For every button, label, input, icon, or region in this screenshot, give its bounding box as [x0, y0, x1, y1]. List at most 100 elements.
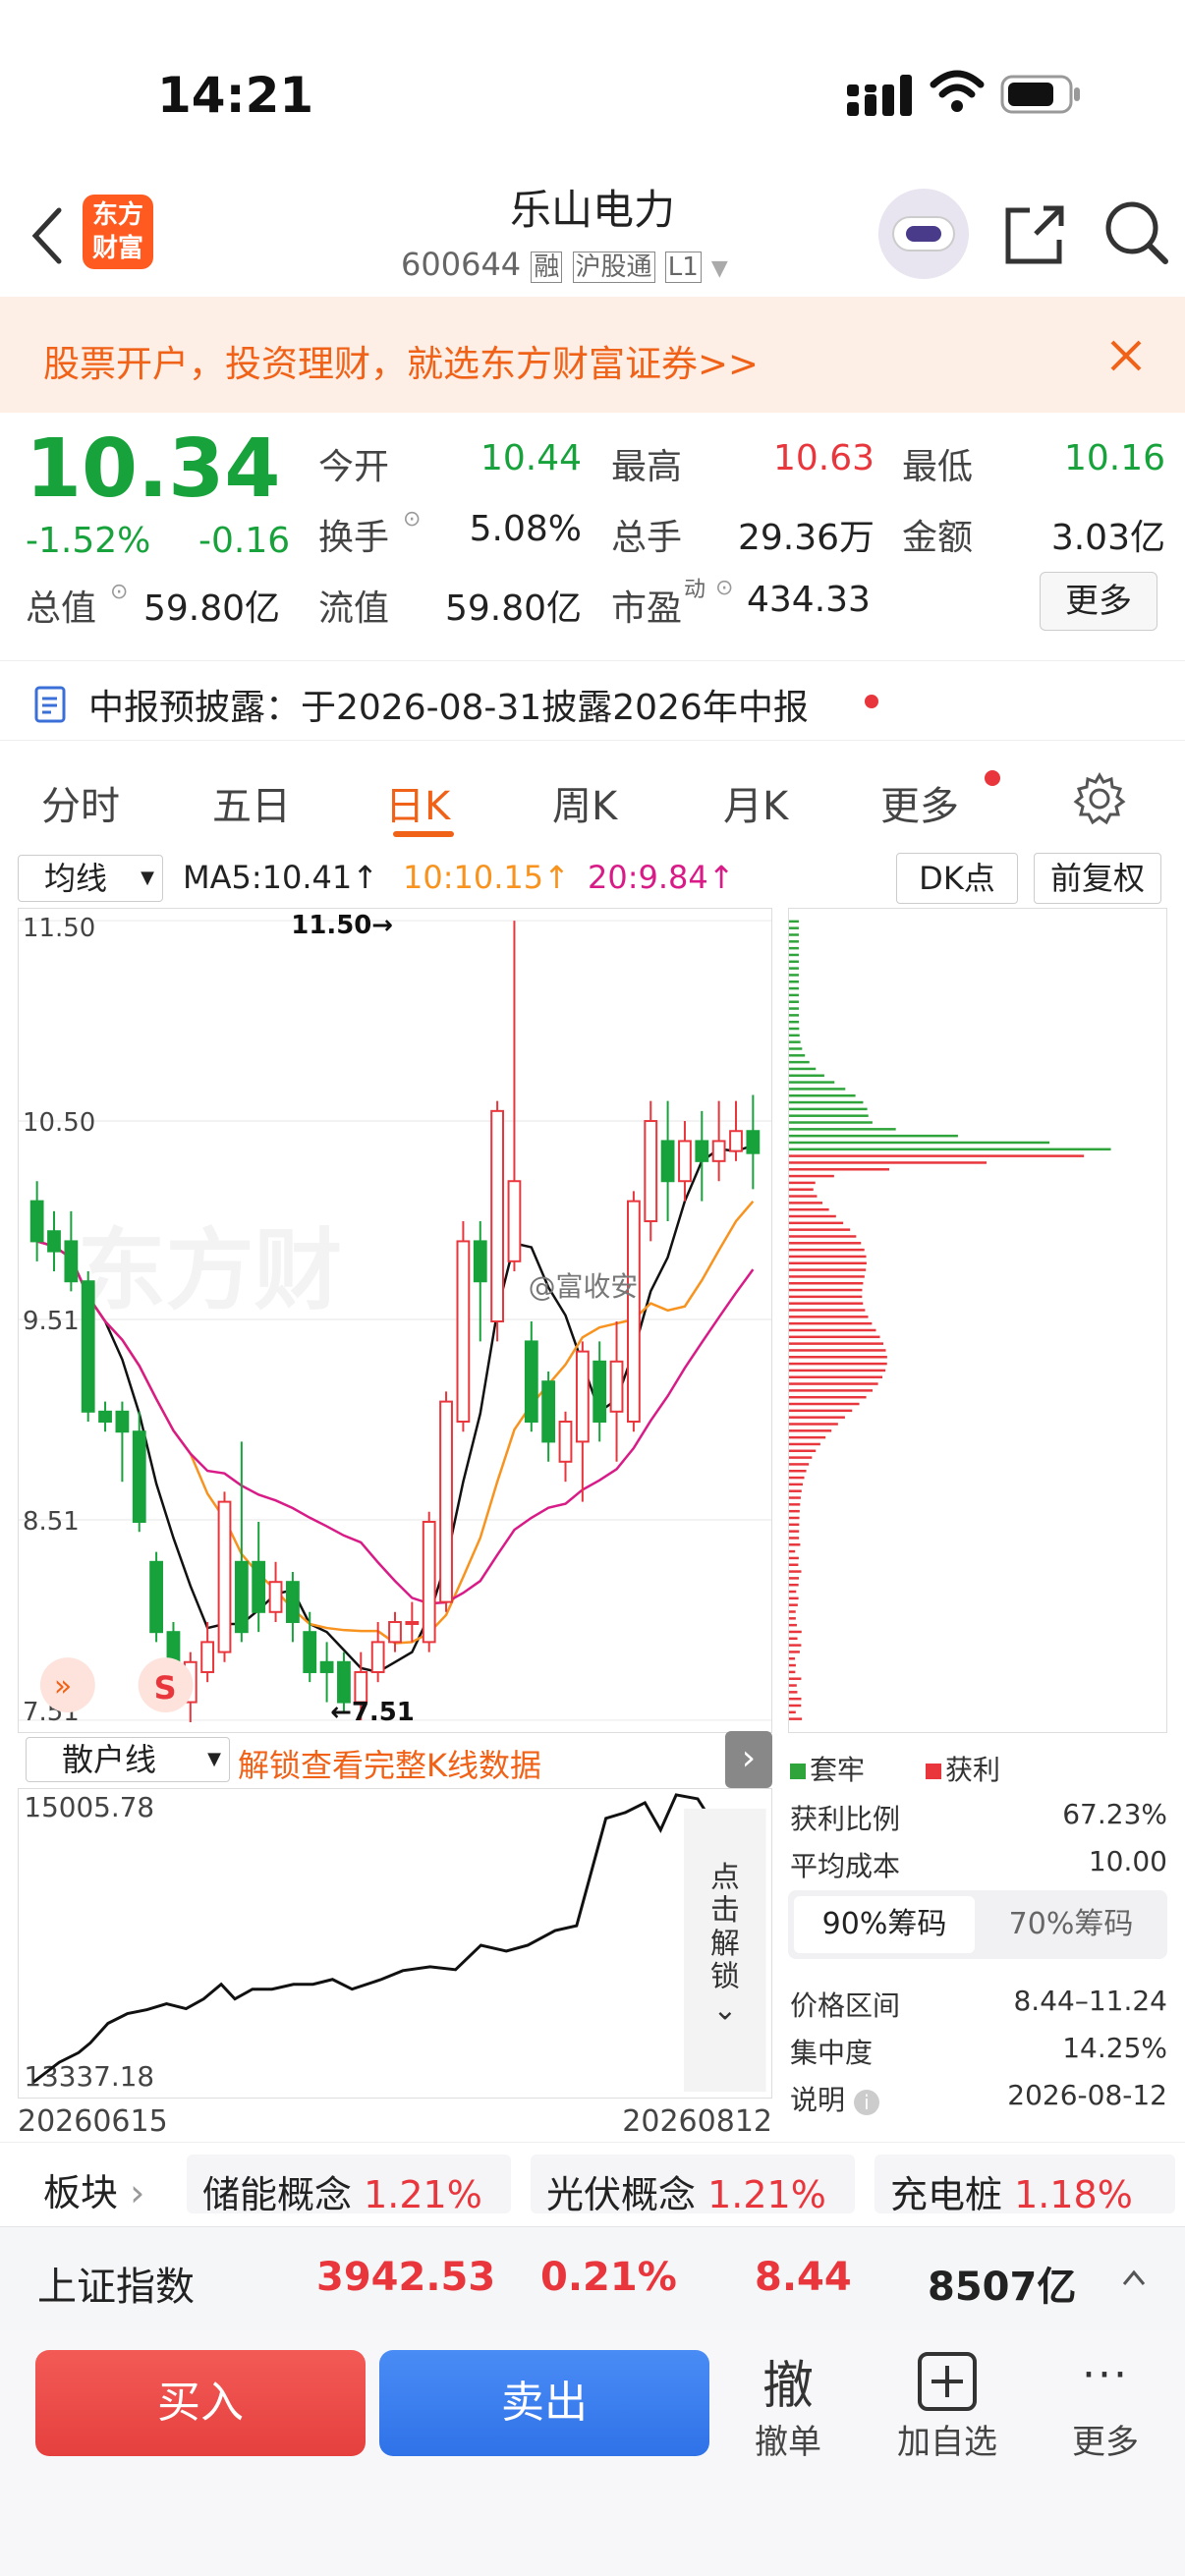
pe-label: 市盈: [611, 580, 682, 631]
stock-code-line: 600644 融 沪股通 L1 ▼: [401, 246, 728, 283]
chip-bar: [789, 1128, 896, 1130]
search-icon[interactable]: [1102, 198, 1171, 267]
chip-bar: [789, 1188, 814, 1190]
chip-bar: [789, 1603, 798, 1605]
close-icon[interactable]: [1108, 338, 1144, 373]
chip-bar: [789, 1705, 801, 1707]
profit-ratio-label: 获利比例: [790, 1798, 900, 1837]
unlock-text[interactable]: 解锁查看完整K线数据: [238, 1741, 541, 1786]
tab-more[interactable]: 更多: [880, 774, 959, 831]
sector-item[interactable]: 储能概念 1.21%: [187, 2155, 511, 2213]
chip-bar: [789, 1309, 865, 1311]
more-quote-button[interactable]: 更多: [1040, 572, 1157, 631]
chip-bar: [789, 1256, 867, 1258]
chip-tabs: 90%筹码 70%筹码: [788, 1890, 1167, 1959]
dropdown-icon[interactable]: ▼: [711, 256, 728, 281]
period-tabs: 分时 五日 日K 周K 月K 更多: [0, 756, 1185, 845]
share-icon[interactable]: [1000, 200, 1069, 269]
robot-avatar-icon[interactable]: [878, 189, 969, 279]
chip-bar: [789, 1370, 885, 1372]
kline-chart[interactable]: 东方财 11.5010.509.518.517.51 11.50→ ←7.51 …: [18, 908, 772, 1733]
notice-text: 中报预披露：于2026-08-31披露2026年中报: [88, 679, 809, 730]
legend-trap: 套牢: [790, 1749, 865, 1788]
chip-bar: [789, 1610, 796, 1612]
chip-bar: [789, 1456, 812, 1458]
settings-icon[interactable]: [1073, 772, 1126, 825]
tab-more-dot: [985, 770, 1000, 786]
index-volume: 8507亿: [928, 2255, 1076, 2312]
buy-button[interactable]: 买入: [35, 2350, 366, 2456]
candle-body: [509, 1181, 521, 1261]
more-dots-icon[interactable]: ···: [1071, 2350, 1140, 2400]
signal-icon: [847, 73, 930, 118]
candle-body: [645, 1121, 656, 1221]
candle-body: [270, 1582, 282, 1612]
chip-bar: [789, 947, 799, 949]
chevron-right-icon[interactable]: ›: [725, 1731, 772, 1788]
sector-label[interactable]: 板块 ›: [43, 2162, 144, 2216]
add-watchlist-button[interactable]: 加自选: [884, 2415, 1010, 2463]
amount-label: 金额: [902, 509, 973, 560]
high-marker: 11.50→: [291, 911, 393, 940]
chip-bar: [789, 1202, 822, 1204]
ma10-label: 10:10.15↑: [403, 859, 570, 896]
sub-indicator-select[interactable]: 散户线 ▼: [26, 1737, 230, 1782]
low-label: 最低: [902, 438, 973, 489]
retail-line-chart[interactable]: 15005.78 13337.18 点击解锁⌄: [18, 1788, 772, 2099]
index-bar[interactable]: 上证指数 3942.53 0.21% 8.44 8507亿: [0, 2226, 1185, 2330]
chip-tab-70[interactable]: 70%筹码: [981, 1896, 1161, 1953]
candle-body: [134, 1431, 145, 1522]
tab-weekly-k[interactable]: 周K: [552, 774, 617, 831]
unlock-cta[interactable]: 点击解锁⌄: [710, 1860, 740, 2027]
info-icon: i: [854, 2090, 879, 2115]
report-notice[interactable]: 中报预披露：于2026-08-31披露2026年中报: [0, 660, 1185, 741]
chip-bar: [789, 1021, 799, 1023]
chip-bar: [789, 1389, 873, 1391]
chip-tab-90[interactable]: 90%筹码: [794, 1896, 975, 1953]
chip-info-panel: 套牢 获利 获利比例 67.23% 平均成本 10.00 90%筹码 70%筹码…: [788, 1739, 1167, 2122]
chip-bar: [789, 1047, 802, 1049]
promo-text[interactable]: 股票开户，投资理财，就选东方财富证券>>: [43, 334, 759, 387]
chip-bar: [789, 1657, 795, 1659]
change-value: -0.16: [198, 521, 290, 561]
tab-monthly-k[interactable]: 月K: [723, 774, 788, 831]
cancel-order-button[interactable]: 撤单: [747, 2415, 829, 2463]
dk-point-button[interactable]: DK点: [896, 853, 1018, 904]
candle-body: [83, 1281, 94, 1412]
low-value: 10.16: [1012, 438, 1165, 478]
chevron-up-icon[interactable]: [1120, 2265, 1148, 2292]
cancel-icon[interactable]: 撤: [747, 2344, 829, 2418]
tab-underline: [393, 831, 454, 837]
pe-info-icon[interactable]: ⊙: [715, 576, 733, 600]
tab-intraday[interactable]: 分时: [41, 774, 120, 831]
chip-bar: [789, 1195, 817, 1197]
chip-bar: [789, 1563, 798, 1565]
promo-banner[interactable]: 股票开户，投资理财，就选东方财富证券>>: [0, 297, 1185, 413]
sell-button[interactable]: 卖出: [379, 2350, 709, 2456]
sell-signal-icon: S: [154, 1669, 177, 1707]
ma-toolbar: 均线 ▼ MA5:10.41↑ 10:10.15↑ 20:9.84↑ DK点 前复…: [0, 851, 1185, 906]
add-watchlist-icon[interactable]: [916, 2350, 979, 2413]
sector-item[interactable]: 光伏概念 1.21%: [531, 2155, 855, 2213]
chip-bar: [789, 1175, 834, 1177]
note-value: 2026-08-12: [1007, 2079, 1167, 2111]
sector-item[interactable]: 充电桩 1.18%: [875, 2155, 1175, 2213]
candle-body: [304, 1632, 315, 1672]
adjust-button[interactable]: 前复权: [1034, 853, 1161, 904]
info-icon[interactable]: ⊙: [110, 580, 128, 604]
tab-daily-k[interactable]: 日K: [385, 774, 450, 831]
tab-5day[interactable]: 五日: [212, 774, 291, 831]
float-cap-label: 流值: [318, 580, 389, 631]
y-tick-label: 11.50: [23, 914, 95, 943]
candle-body: [730, 1131, 742, 1150]
chip-bar: [789, 1524, 799, 1526]
chip-bar: [789, 1470, 807, 1472]
bottom-action-bar: 买入 卖出 撤 撤单 加自选 ··· 更多: [0, 2330, 1185, 2576]
notice-dot: [865, 695, 878, 708]
sub-dates: 20260615 20260812: [18, 2099, 772, 2138]
indicator-select[interactable]: 均线 ▼: [18, 855, 163, 902]
turnover-info-icon[interactable]: ⊙: [403, 507, 421, 532]
more-button[interactable]: 更多: [1063, 2415, 1148, 2463]
profit-ratio-value: 67.23%: [1062, 1798, 1167, 1830]
chip-bar: [789, 1114, 869, 1116]
